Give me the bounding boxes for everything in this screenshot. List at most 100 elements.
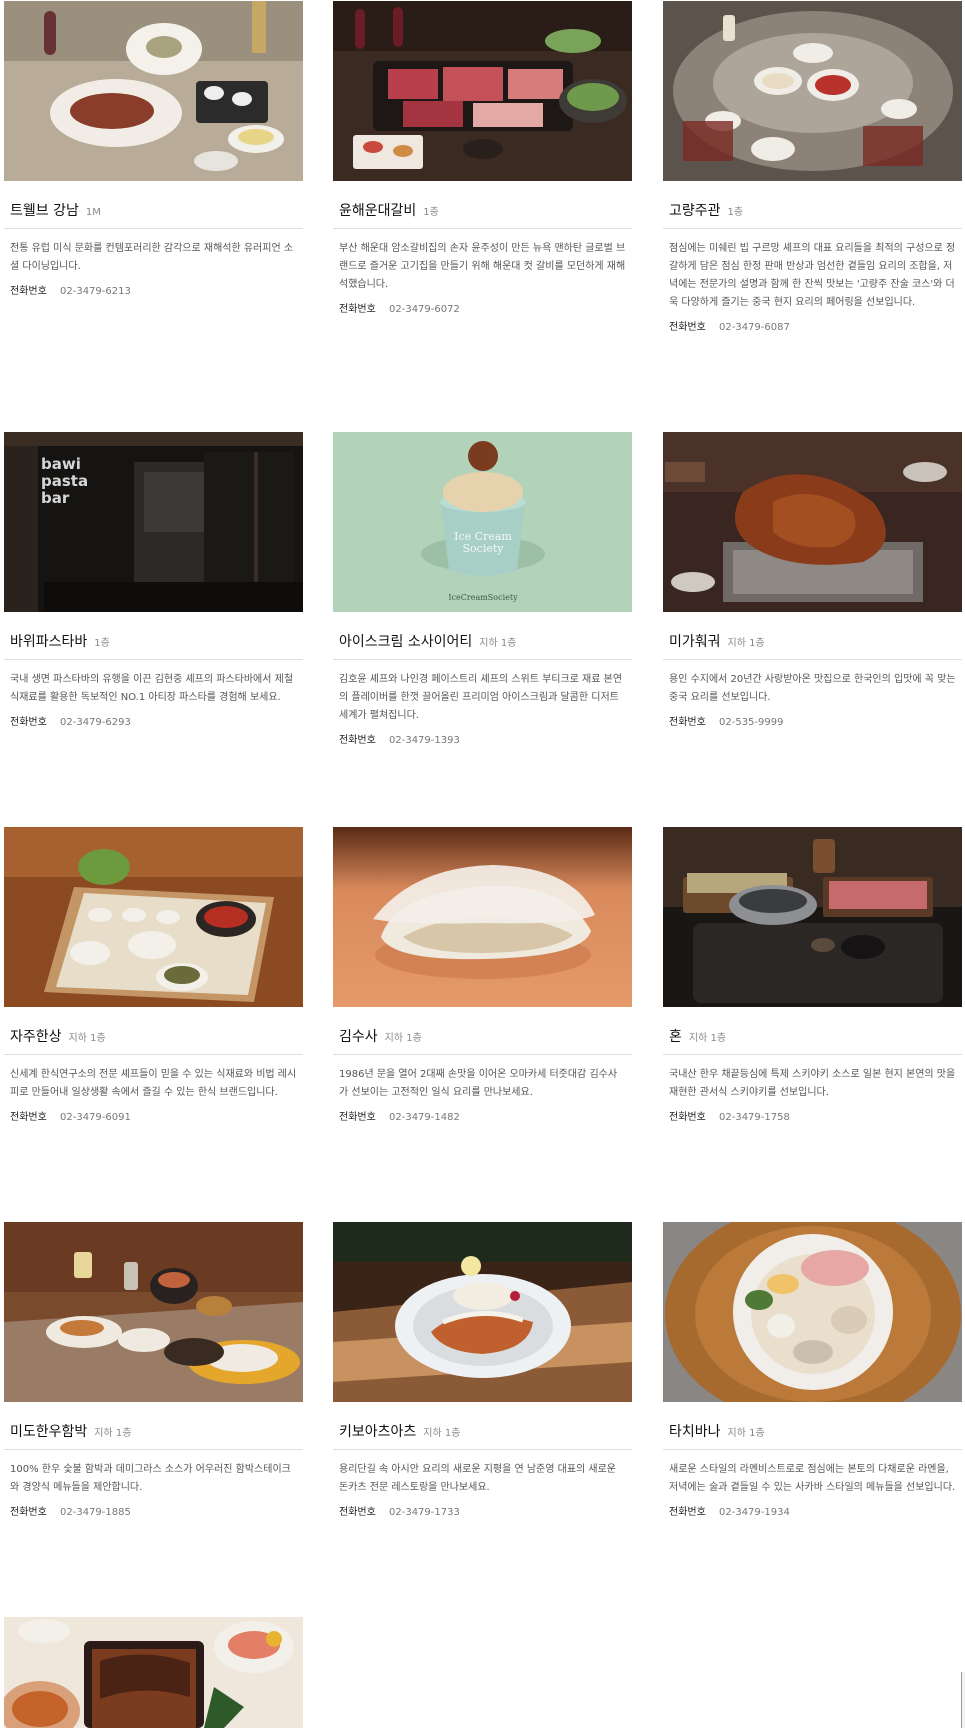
restaurant-card[interactable]: 트웰브 강남 1M 전통 유럽 미식 문화를 컨템포러리한 감각으로 재해석한 … xyxy=(4,1,303,300)
phone-number[interactable]: 02-535-9999 xyxy=(719,717,783,728)
restaurant-floor: 1층 xyxy=(727,207,744,218)
tonkatsu-plate-photo[interactable] xyxy=(333,1222,632,1402)
restaurant-name[interactable]: 키보아츠아츠 xyxy=(339,1421,416,1441)
sushi-nigiri-photo[interactable] xyxy=(333,827,632,1007)
phone-row: 전화번호 02-3479-6087 xyxy=(669,320,956,336)
pasta-bar-interior-photo[interactable]: bawi pasta bar xyxy=(4,432,303,612)
ramen-bowl-photo[interactable] xyxy=(663,1222,962,1402)
phone-row: 전화번호 02-535-9999 xyxy=(669,715,956,731)
restaurant-name[interactable]: 윤해운대갈비 xyxy=(339,200,416,220)
restaurant-title-row: 자주한상 지하 1층 xyxy=(4,1026,303,1055)
restaurant-floor: 지하 1층 xyxy=(68,1033,106,1044)
restaurant-title-row: 바위파스타바 1층 xyxy=(4,631,303,660)
hamburg-steak-table-photo[interactable] xyxy=(4,1222,303,1402)
restaurant-description: 부산 해운대 암소갈비집의 손자 윤주성이 만든 뉴욕 맨하탄 글로벌 브랜드로… xyxy=(339,243,626,290)
restaurant-name[interactable]: 자주한상 xyxy=(10,1026,62,1046)
restaurant-description: 국내 생면 파스타바의 유행을 이끈 김현중 셰프의 파스타바에서 제철 식재료… xyxy=(10,674,294,703)
restaurant-floor: 지하 1층 xyxy=(94,1428,132,1439)
phone-row: 전화번호 02-3479-1733 xyxy=(339,1505,626,1521)
phone-number[interactable]: 02-3479-1934 xyxy=(719,1507,790,1518)
restaurant-description: 용리단길 속 아시안 요리의 새로운 지평을 연 남준영 대표의 새로운 돈카츠… xyxy=(339,1464,617,1493)
restaurant-card[interactable]: 혼 지하 1층 국내산 한우 채끝등심에 특제 스키야키 소스로 일본 현지 본… xyxy=(663,827,962,1126)
phone-row: 전화번호 02-3479-6213 xyxy=(10,284,297,300)
restaurant-card[interactable]: 김수사 지하 1층 1986년 문을 열어 2대째 손맛을 이어온 오마카세 터… xyxy=(333,827,632,1126)
restaurant-title-row: 고량주관 1층 xyxy=(663,200,962,229)
restaurant-name[interactable]: 미도한우함박 xyxy=(10,1421,87,1441)
restaurant-floor: 지하 1층 xyxy=(423,1428,461,1439)
phone-number[interactable]: 02-3479-1885 xyxy=(60,1507,131,1518)
restaurant-name[interactable]: 고량주관 xyxy=(669,200,721,220)
phone-label: 전화번호 xyxy=(10,1507,47,1518)
restaurant-description: 전통 유럽 미식 문화를 컨템포러리한 감각으로 재해석한 유러피언 소셜 다이… xyxy=(10,243,294,272)
bawi-sign-text: bawi xyxy=(41,455,81,473)
restaurant-title-row: 미가훠궈 지하 1층 xyxy=(663,631,962,660)
restaurant-card[interactable]: 미가훠궈 지하 1층 용인 수지에서 20년간 사랑받아온 맛집으로 한국인의 … xyxy=(663,432,962,731)
restaurant-name[interactable]: 혼 xyxy=(669,1026,682,1046)
restaurant-card[interactable]: 키보아츠아츠 지하 1층 용리단길 속 아시안 요리의 새로운 지평을 연 남준… xyxy=(333,1222,632,1521)
restaurant-card[interactable] xyxy=(4,1617,303,1728)
phone-number[interactable]: 02-3479-6213 xyxy=(60,286,131,297)
restaurant-description: 김호윤 셰프와 나인경 페이스트리 셰프의 스위트 부티크로 재료 본연의 플레… xyxy=(339,674,623,721)
phone-label: 전화번호 xyxy=(669,1507,706,1518)
phone-row: 전화번호 02-3479-1482 xyxy=(339,1110,626,1126)
restaurant-floor: 1M xyxy=(85,207,101,218)
phone-label: 전화번호 xyxy=(10,286,47,297)
chinese-table-photo[interactable] xyxy=(663,1,962,181)
phone-number[interactable]: 02-3479-6293 xyxy=(60,717,131,728)
restaurant-description: 신세계 한식연구소의 전문 셰프들이 믿을 수 있는 식재료와 비법 레시피로 … xyxy=(10,1069,297,1098)
restaurant-description: 1986년 문을 열어 2대째 손맛을 이어온 오마카세 터줏대감 김수사가 선… xyxy=(339,1069,618,1098)
restaurant-grid: 트웰브 강남 1M 전통 유럽 미식 문화를 컨템포러리한 감각으로 재해석한 … xyxy=(0,0,965,1728)
bar-sign-text: bar xyxy=(41,489,70,507)
korean-tray-photo[interactable] xyxy=(4,827,303,1007)
restaurant-floor: 1층 xyxy=(94,638,110,649)
restaurant-card[interactable]: 타치바나 지하 1층 새로운 스타일의 라멘비스트로로 점심에는 본토의 다채로… xyxy=(663,1222,962,1521)
restaurant-floor: 지하 1층 xyxy=(384,1033,422,1044)
ice-cream-cup-photo[interactable]: Ice Cream Society IceCreamSociety xyxy=(333,432,632,612)
phone-row: 전화번호 02-3479-6091 xyxy=(10,1110,297,1126)
restaurant-description: 국내산 한우 채끝등심에 특제 스키야키 소스로 일본 현지 본연의 맛을 재현… xyxy=(669,1069,956,1098)
phone-number[interactable]: 02-3479-1733 xyxy=(389,1507,460,1518)
restaurant-name[interactable]: 미가훠궈 xyxy=(669,631,721,651)
phone-row: 전화번호 02-3479-1393 xyxy=(339,733,626,749)
phone-row: 전화번호 02-3479-1934 xyxy=(669,1505,956,1521)
restaurant-card[interactable]: bawi pasta bar 바위파스타바 1층 국내 생면 파스타바의 유행을… xyxy=(4,432,303,731)
restaurant-name[interactable]: 김수사 xyxy=(339,1026,378,1046)
phone-number[interactable]: 02-3479-6091 xyxy=(60,1112,131,1123)
sukiyaki-set-photo[interactable] xyxy=(663,827,962,1007)
restaurant-name[interactable]: 타치바나 xyxy=(669,1421,721,1441)
restaurant-name[interactable]: 트웰브 강남 xyxy=(10,200,79,220)
restaurant-floor: 1층 xyxy=(423,207,439,218)
roast-lamb-photo[interactable] xyxy=(663,432,962,612)
pasta-sign-text: pasta xyxy=(41,472,88,490)
brand-logo-text: IceCreamSociety xyxy=(448,593,518,602)
phone-number[interactable]: 02-3479-6072 xyxy=(389,304,460,315)
cup-brand-text-2: Society xyxy=(463,542,505,555)
phone-number[interactable]: 02-3479-1758 xyxy=(719,1112,790,1123)
phone-label: 전화번호 xyxy=(339,735,376,746)
phone-label: 전화번호 xyxy=(339,304,376,315)
restaurant-card[interactable]: Ice Cream Society IceCreamSociety 아이스크림 … xyxy=(333,432,632,749)
restaurant-card[interactable]: 고량주관 1층 점심에는 미쉐린 빕 구르망 셰프의 대표 요리들을 최적의 구… xyxy=(663,1,962,336)
unagi-don-photo[interactable] xyxy=(4,1617,303,1728)
phone-label: 전화번호 xyxy=(669,1112,706,1123)
restaurant-card[interactable]: 자주한상 지하 1층 신세계 한식연구소의 전문 셰프들이 믿을 수 있는 식재… xyxy=(4,827,303,1126)
restaurant-floor: 지하 1층 xyxy=(688,1033,727,1044)
restaurant-description: 새로운 스타일의 라멘비스트로로 점심에는 본토의 다채로운 라멘을, 저녁에는… xyxy=(669,1464,956,1493)
scrollbar[interactable] xyxy=(961,1672,965,1728)
restaurant-floor: 지하 1층 xyxy=(479,638,517,649)
phone-number[interactable]: 02-3479-6087 xyxy=(719,322,790,333)
restaurant-description: 100% 한우 숯불 함박과 데미그라스 소스가 어우러진 함박스테이크와 경양… xyxy=(10,1464,291,1493)
restaurant-title-row: 윤해운대갈비 1층 xyxy=(333,200,632,229)
restaurant-name[interactable]: 아이스크림 소사이어티 xyxy=(339,631,472,651)
phone-label: 전화번호 xyxy=(339,1112,376,1123)
steak-plates-photo[interactable] xyxy=(4,1,303,181)
phone-label: 전화번호 xyxy=(669,322,706,333)
restaurant-card[interactable]: 윤해운대갈비 1층 부산 해운대 암소갈비집의 손자 윤주성이 만든 뉴욕 맨하… xyxy=(333,1,632,318)
restaurant-name[interactable]: 바위파스타바 xyxy=(10,631,87,651)
restaurant-description: 점심에는 미쉐린 빕 구르망 셰프의 대표 요리들을 최적의 구성으로 정갈하게… xyxy=(669,243,956,308)
restaurant-card[interactable]: 미도한우함박 지하 1층 100% 한우 숯불 함박과 데미그라스 소스가 어우… xyxy=(4,1222,303,1521)
restaurant-title-row: 트웰브 강남 1M xyxy=(4,200,303,229)
phone-number[interactable]: 02-3479-1482 xyxy=(389,1112,460,1123)
bbq-meat-platter-photo[interactable] xyxy=(333,1,632,181)
phone-number[interactable]: 02-3479-1393 xyxy=(389,735,460,746)
